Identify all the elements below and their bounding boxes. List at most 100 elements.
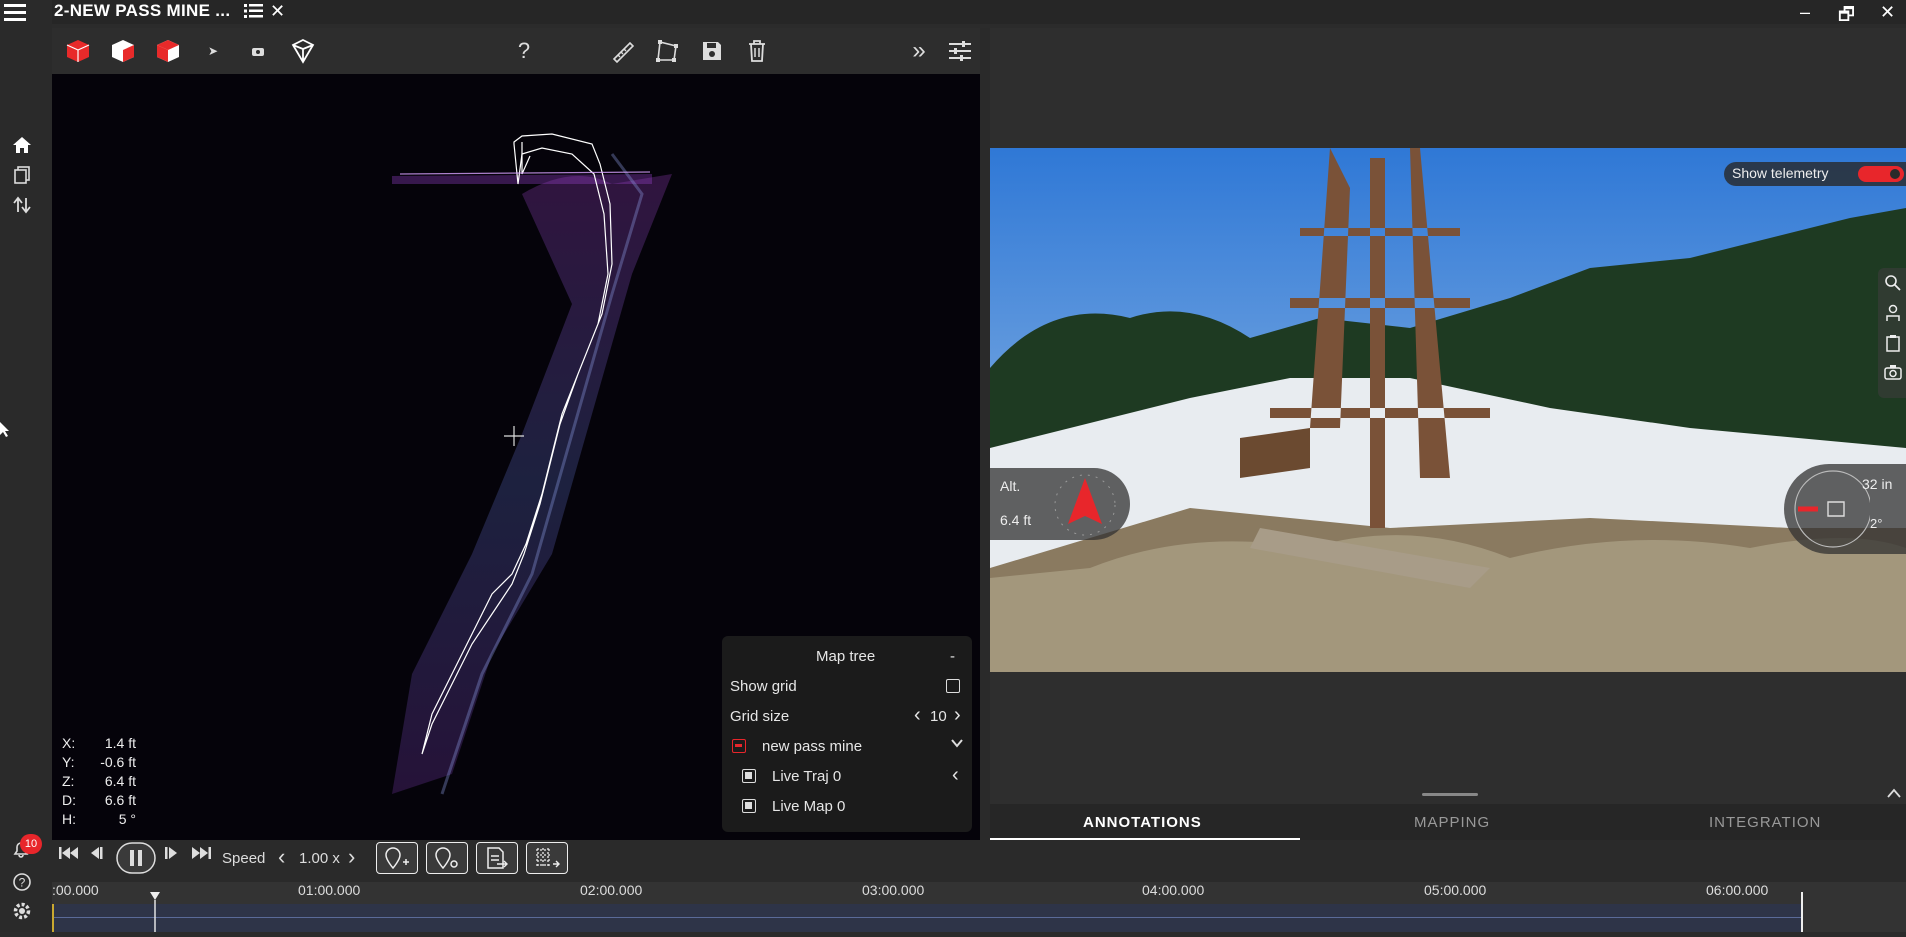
timeline[interactable]: :00.000 01:00.000 02:00.000 03:00.000 04… (52, 882, 1906, 932)
map-viewport[interactable]: X: 1.4 ft Y: -0.6 ft Z: 6.4 ft D: 6.6 ft H: 5… (52, 74, 980, 840)
clipboard-icon[interactable] (1884, 334, 1902, 357)
altitude-label: Alt. (1000, 478, 1021, 494)
layer-label: Live Map 0 (772, 798, 846, 815)
timeline-label: 03:00.000 (862, 882, 925, 898)
timeline-label: 01:00.000 (298, 882, 361, 898)
map-toolbar: ➤ ? » (52, 28, 980, 74)
speed-value: 1.00 x (299, 850, 340, 867)
panel-resize-handle[interactable] (1422, 793, 1478, 796)
show-grid-row: Show grid (722, 674, 972, 702)
show-telemetry-toggle[interactable] (1858, 166, 1904, 182)
marker-settings-button[interactable] (426, 842, 468, 874)
timeline-track[interactable] (52, 904, 1803, 932)
chevron-left-icon[interactable]: ‹ (952, 764, 959, 787)
timeline-label: :00.000 (52, 882, 99, 898)
map-tree-header: Map tree - (722, 644, 972, 672)
altitude-gauge: Alt. 6.4 ft (990, 468, 1130, 540)
video-frame-image (990, 148, 1906, 672)
altitude-value: 6.4 ft (1000, 512, 1032, 528)
tab-list-icon[interactable] (244, 3, 264, 24)
documents-icon[interactable] (13, 166, 31, 189)
layer-row-live-map: Live Map 0 (722, 794, 972, 822)
coord-z: Z: 6.4 ft (62, 773, 136, 789)
delete-icon[interactable] (742, 36, 772, 66)
home-icon[interactable] (12, 136, 32, 159)
zoom-icon[interactable] (1884, 274, 1902, 297)
step-forward-icon[interactable] (164, 844, 180, 867)
timeline-label: 06:00.000 (1706, 882, 1769, 898)
export-report-button[interactable] (476, 842, 518, 874)
save-icon[interactable] (697, 36, 727, 66)
camera-small-icon[interactable] (243, 36, 273, 66)
add-marker-button[interactable] (376, 842, 418, 874)
video-side-tools (1878, 268, 1906, 398)
pause-button[interactable] (116, 842, 156, 879)
view-cube-top-icon[interactable] (153, 36, 183, 66)
speed-decrease-icon[interactable]: ‹ (278, 844, 285, 870)
chevron-down-icon[interactable] (950, 736, 964, 754)
grid-export-button[interactable] (526, 842, 568, 874)
minimize-button[interactable]: – (1800, 2, 1810, 23)
layer-row-new-pass-mine: new pass mine (722, 734, 972, 762)
view-cube-front-icon[interactable] (63, 36, 93, 66)
skip-to-start-icon[interactable] (58, 844, 80, 867)
layer-checkbox-live-traj[interactable] (742, 769, 756, 783)
perspective-icon[interactable] (288, 36, 318, 66)
tab-integration[interactable]: INTEGRATION (1709, 814, 1821, 831)
speed-increase-icon[interactable]: › (348, 844, 355, 870)
left-sidebar: 10 ? (0, 0, 52, 932)
chevron-up-icon[interactable] (1886, 786, 1902, 804)
grid-size-label: Grid size (730, 708, 790, 725)
close-window-button[interactable]: ✕ (1880, 2, 1895, 23)
cursor-icon (0, 422, 10, 443)
video-pane: Show telemetry Alt. 6.4 ft 32 in 2° ANNO… (990, 28, 1906, 840)
camera-icon[interactable] (1884, 364, 1902, 385)
grid-size-increase-icon[interactable]: › (954, 704, 961, 727)
svg-text:?: ? (19, 876, 26, 890)
transfer-icon[interactable] (13, 196, 31, 219)
skip-to-end-icon[interactable] (190, 844, 212, 867)
grid-size-decrease-icon[interactable]: ‹ (914, 704, 921, 727)
show-grid-label: Show grid (730, 678, 797, 695)
layer-row-live-traj: Live Traj 0 ‹ (722, 764, 972, 792)
bottom-tabs: ANNOTATIONS MAPPING INTEGRATION (990, 804, 1906, 840)
timeline-label: 02:00.000 (580, 882, 643, 898)
playback-bar: Speed ‹ 1.00 x › (52, 840, 1906, 882)
timeline-playhead[interactable] (150, 892, 161, 932)
tab-close-icon[interactable]: ✕ (270, 1, 285, 22)
timeline-label: 05:00.000 (1424, 882, 1487, 898)
map-tree-collapse-button[interactable]: - (950, 648, 955, 665)
layer-checkbox-new-pass-mine[interactable] (732, 739, 746, 753)
menu-icon[interactable] (4, 2, 28, 22)
help-button[interactable]: ? (509, 36, 539, 66)
filter-settings-icon[interactable] (945, 36, 975, 66)
measure-ruler-icon[interactable] (607, 36, 637, 66)
expand-double-chevron-icon[interactable]: » (904, 36, 934, 66)
speed-label: Speed (222, 850, 266, 867)
coord-y: Y: -0.6 ft (62, 754, 136, 770)
camera-video[interactable]: Show telemetry Alt. 6.4 ft 32 in 2° (990, 148, 1906, 672)
compass-arrow-icon (1052, 472, 1118, 543)
map-tree-panel: Map tree - Show grid Grid size ‹ 10 › ne… (722, 636, 972, 832)
coord-x: X: 1.4 ft (62, 735, 136, 751)
timeline-end-marker (1801, 892, 1803, 932)
show-telemetry-label: Show telemetry (1732, 165, 1829, 181)
pane-divider[interactable] (980, 28, 990, 840)
timeline-label: 04:00.000 (1142, 882, 1205, 898)
settings-icon[interactable] (11, 900, 33, 927)
window-title: 2-NEW PASS MINE ... (54, 1, 231, 20)
person-icon[interactable] (1884, 304, 1902, 327)
layer-label: Live Traj 0 (772, 768, 842, 785)
layer-checkbox-live-map[interactable] (742, 799, 756, 813)
tab-mapping[interactable]: MAPPING (1414, 814, 1490, 831)
step-back-icon[interactable] (88, 844, 104, 867)
north-arrow-icon[interactable]: ➤ (198, 36, 228, 66)
view-cube-side-icon[interactable] (108, 36, 138, 66)
title-bar: 2-NEW PASS MINE ... ✕ – 🗗 ✕ (52, 0, 1906, 24)
polygon-icon[interactable] (652, 36, 682, 66)
grid-size-row: Grid size ‹ 10 › (722, 704, 972, 732)
show-grid-checkbox[interactable] (946, 679, 960, 693)
tab-annotations[interactable]: ANNOTATIONS (1083, 814, 1202, 831)
help-icon[interactable]: ? (12, 872, 32, 897)
depth-gauge: 32 in 2° (1784, 464, 1906, 554)
